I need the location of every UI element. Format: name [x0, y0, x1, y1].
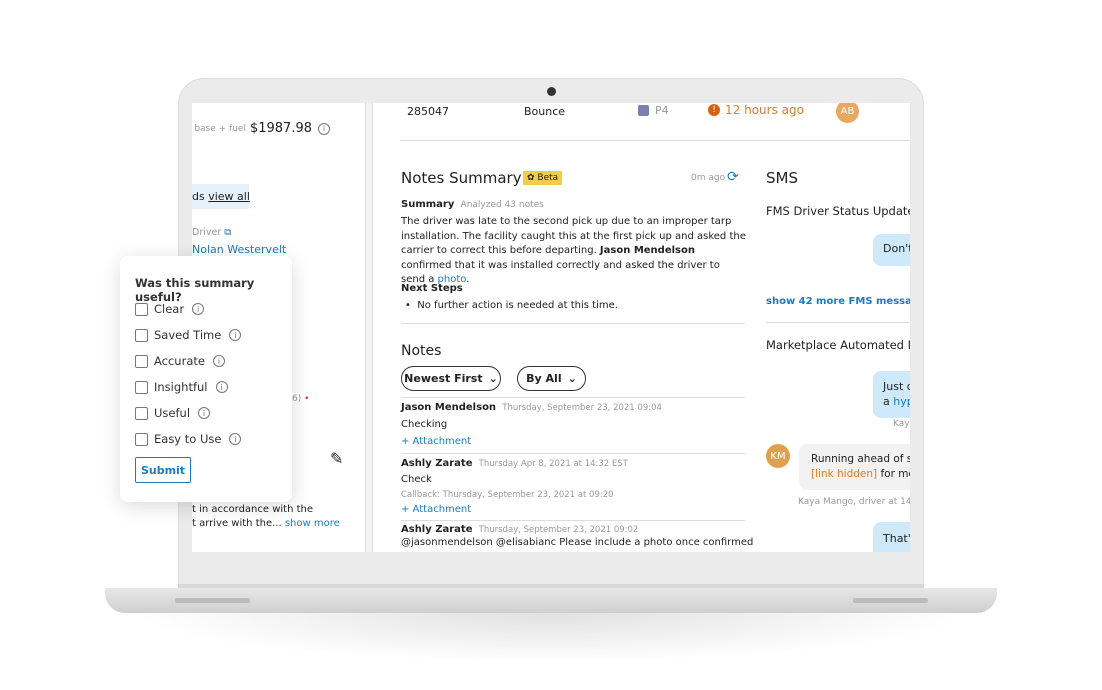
km-avatar: KM	[766, 444, 790, 468]
copy-icon[interactable]: ⧉	[224, 227, 231, 238]
show-more-link[interactable]: show more	[285, 518, 340, 529]
submit-button[interactable]: Submit	[135, 457, 191, 483]
time-warning: ! 12 hours ago	[708, 103, 804, 117]
laptop-foot	[853, 598, 928, 603]
option-easy-to-use[interactable]: Easy to Use i	[135, 432, 242, 446]
note-callback: Callback: Thursday, September 23, 2021 a…	[401, 490, 614, 500]
option-useful[interactable]: Useful i	[135, 406, 211, 420]
driver-label: Driver ⧉	[192, 227, 232, 238]
option-accurate[interactable]: Accurate i	[135, 354, 225, 368]
info-icon[interactable]: i	[215, 381, 228, 393]
laptop-shadow	[130, 612, 970, 662]
notes-summary-title: Notes Summary	[401, 169, 522, 187]
checkbox[interactable]	[135, 432, 148, 446]
panel-divider	[365, 103, 373, 552]
sms-bubble: That'	[873, 522, 910, 552]
view-all-link[interactable]: view all	[208, 190, 250, 203]
info-icon[interactable]: i	[212, 355, 225, 367]
next-steps-heading: Next Steps	[401, 283, 463, 294]
sms-bubble: Just da hyp	[873, 371, 910, 418]
add-attachment-link[interactable]: + Attachment	[401, 436, 471, 447]
info-icon[interactable]: i	[198, 407, 211, 419]
checkbox[interactable]	[135, 302, 148, 316]
option-saved-time[interactable]: Saved Time i	[135, 328, 242, 342]
message-meta: Kaya	[893, 419, 910, 429]
add-attachment-link[interactable]: + Attachment	[401, 504, 471, 515]
pencil-icon[interactable]: ✎	[330, 449, 343, 468]
summary-heading: Summary Analyzed 43 notes	[401, 199, 544, 210]
notes-title: Notes	[401, 343, 442, 359]
count-fragment: 6) •	[292, 394, 310, 404]
note-body: Check	[401, 474, 432, 485]
checkbox[interactable]	[135, 328, 148, 342]
chevron-down-icon: ⌄	[567, 372, 577, 385]
description: t in accordance with the t arrive with t…	[192, 504, 340, 529]
fms-title: FMS Driver Status Update	[766, 204, 910, 218]
camera	[547, 87, 556, 96]
screen: base + fuel $1987.98 i ds view all Drive…	[192, 103, 910, 552]
sms-bubble: Don't	[873, 234, 910, 266]
marketplace-title: Marketplace Automated M	[766, 338, 910, 352]
info-icon[interactable]: i	[229, 329, 242, 341]
note-body: @jasonmendelson @elisabianc Please inclu…	[401, 537, 754, 548]
info-icon[interactable]: i	[229, 433, 242, 445]
warning-icon: !	[708, 104, 720, 116]
note-body: Checking	[401, 419, 448, 430]
beta-badge: ✿ Beta	[523, 171, 563, 185]
info-icon[interactable]: i	[318, 122, 330, 135]
note-header: Ashly Zarate Thursday Apr 8, 2021 at 14:…	[401, 458, 628, 469]
note-header: Jason Mendelson Thursday, September 23, …	[401, 402, 662, 413]
show-more-fms-link[interactable]: show 42 more FMS messages	[766, 296, 910, 307]
sms-title: SMS	[766, 169, 798, 187]
filter-dropdown[interactable]: By All ⌄	[517, 366, 586, 391]
avatar[interactable]: AB	[836, 103, 859, 123]
sms-bubble-incoming: Running ahead of sch[link hidden] for mo…	[799, 444, 910, 490]
price-label: base + fuel	[194, 123, 246, 134]
refresh-icon[interactable]: ⟳	[727, 169, 739, 185]
info-icon[interactable]: i	[192, 303, 205, 315]
view-all-banner: ds view all	[192, 184, 250, 209]
next-step-item: • No further action is needed at this ti…	[405, 300, 618, 311]
load-type: Bounce	[524, 105, 566, 118]
divider	[400, 140, 910, 141]
divider	[401, 323, 745, 324]
feedback-question: Was this summary useful?	[135, 276, 255, 304]
laptop-foot	[175, 598, 250, 603]
updated-time: 0m ago	[691, 173, 726, 183]
sort-dropdown[interactable]: Newest First ⌄	[401, 366, 501, 391]
checkbox[interactable]	[135, 380, 148, 394]
load-id: 285047	[407, 105, 449, 118]
note-header: Ashly Zarate Thursday, September 23, 202…	[401, 524, 639, 535]
priority: P4	[638, 104, 669, 117]
driver-name-link[interactable]: Nolan Westervelt	[192, 243, 286, 256]
checkbox[interactable]	[135, 406, 148, 420]
beta-icon: ✿	[527, 173, 535, 183]
price: $1987.98	[249, 121, 312, 136]
message-meta: Kaya Mango, driver at 14:3	[798, 497, 910, 507]
option-insightful[interactable]: Insightful i	[135, 380, 228, 394]
summary-text: The driver was late to the second pick u…	[401, 216, 746, 285]
checkbox[interactable]	[135, 354, 148, 368]
chevron-down-icon: ⌄	[488, 372, 498, 385]
option-clear[interactable]: Clear i	[135, 302, 205, 316]
feedback-popup: Was this summary useful? Clear i Saved Ti…	[120, 256, 292, 502]
